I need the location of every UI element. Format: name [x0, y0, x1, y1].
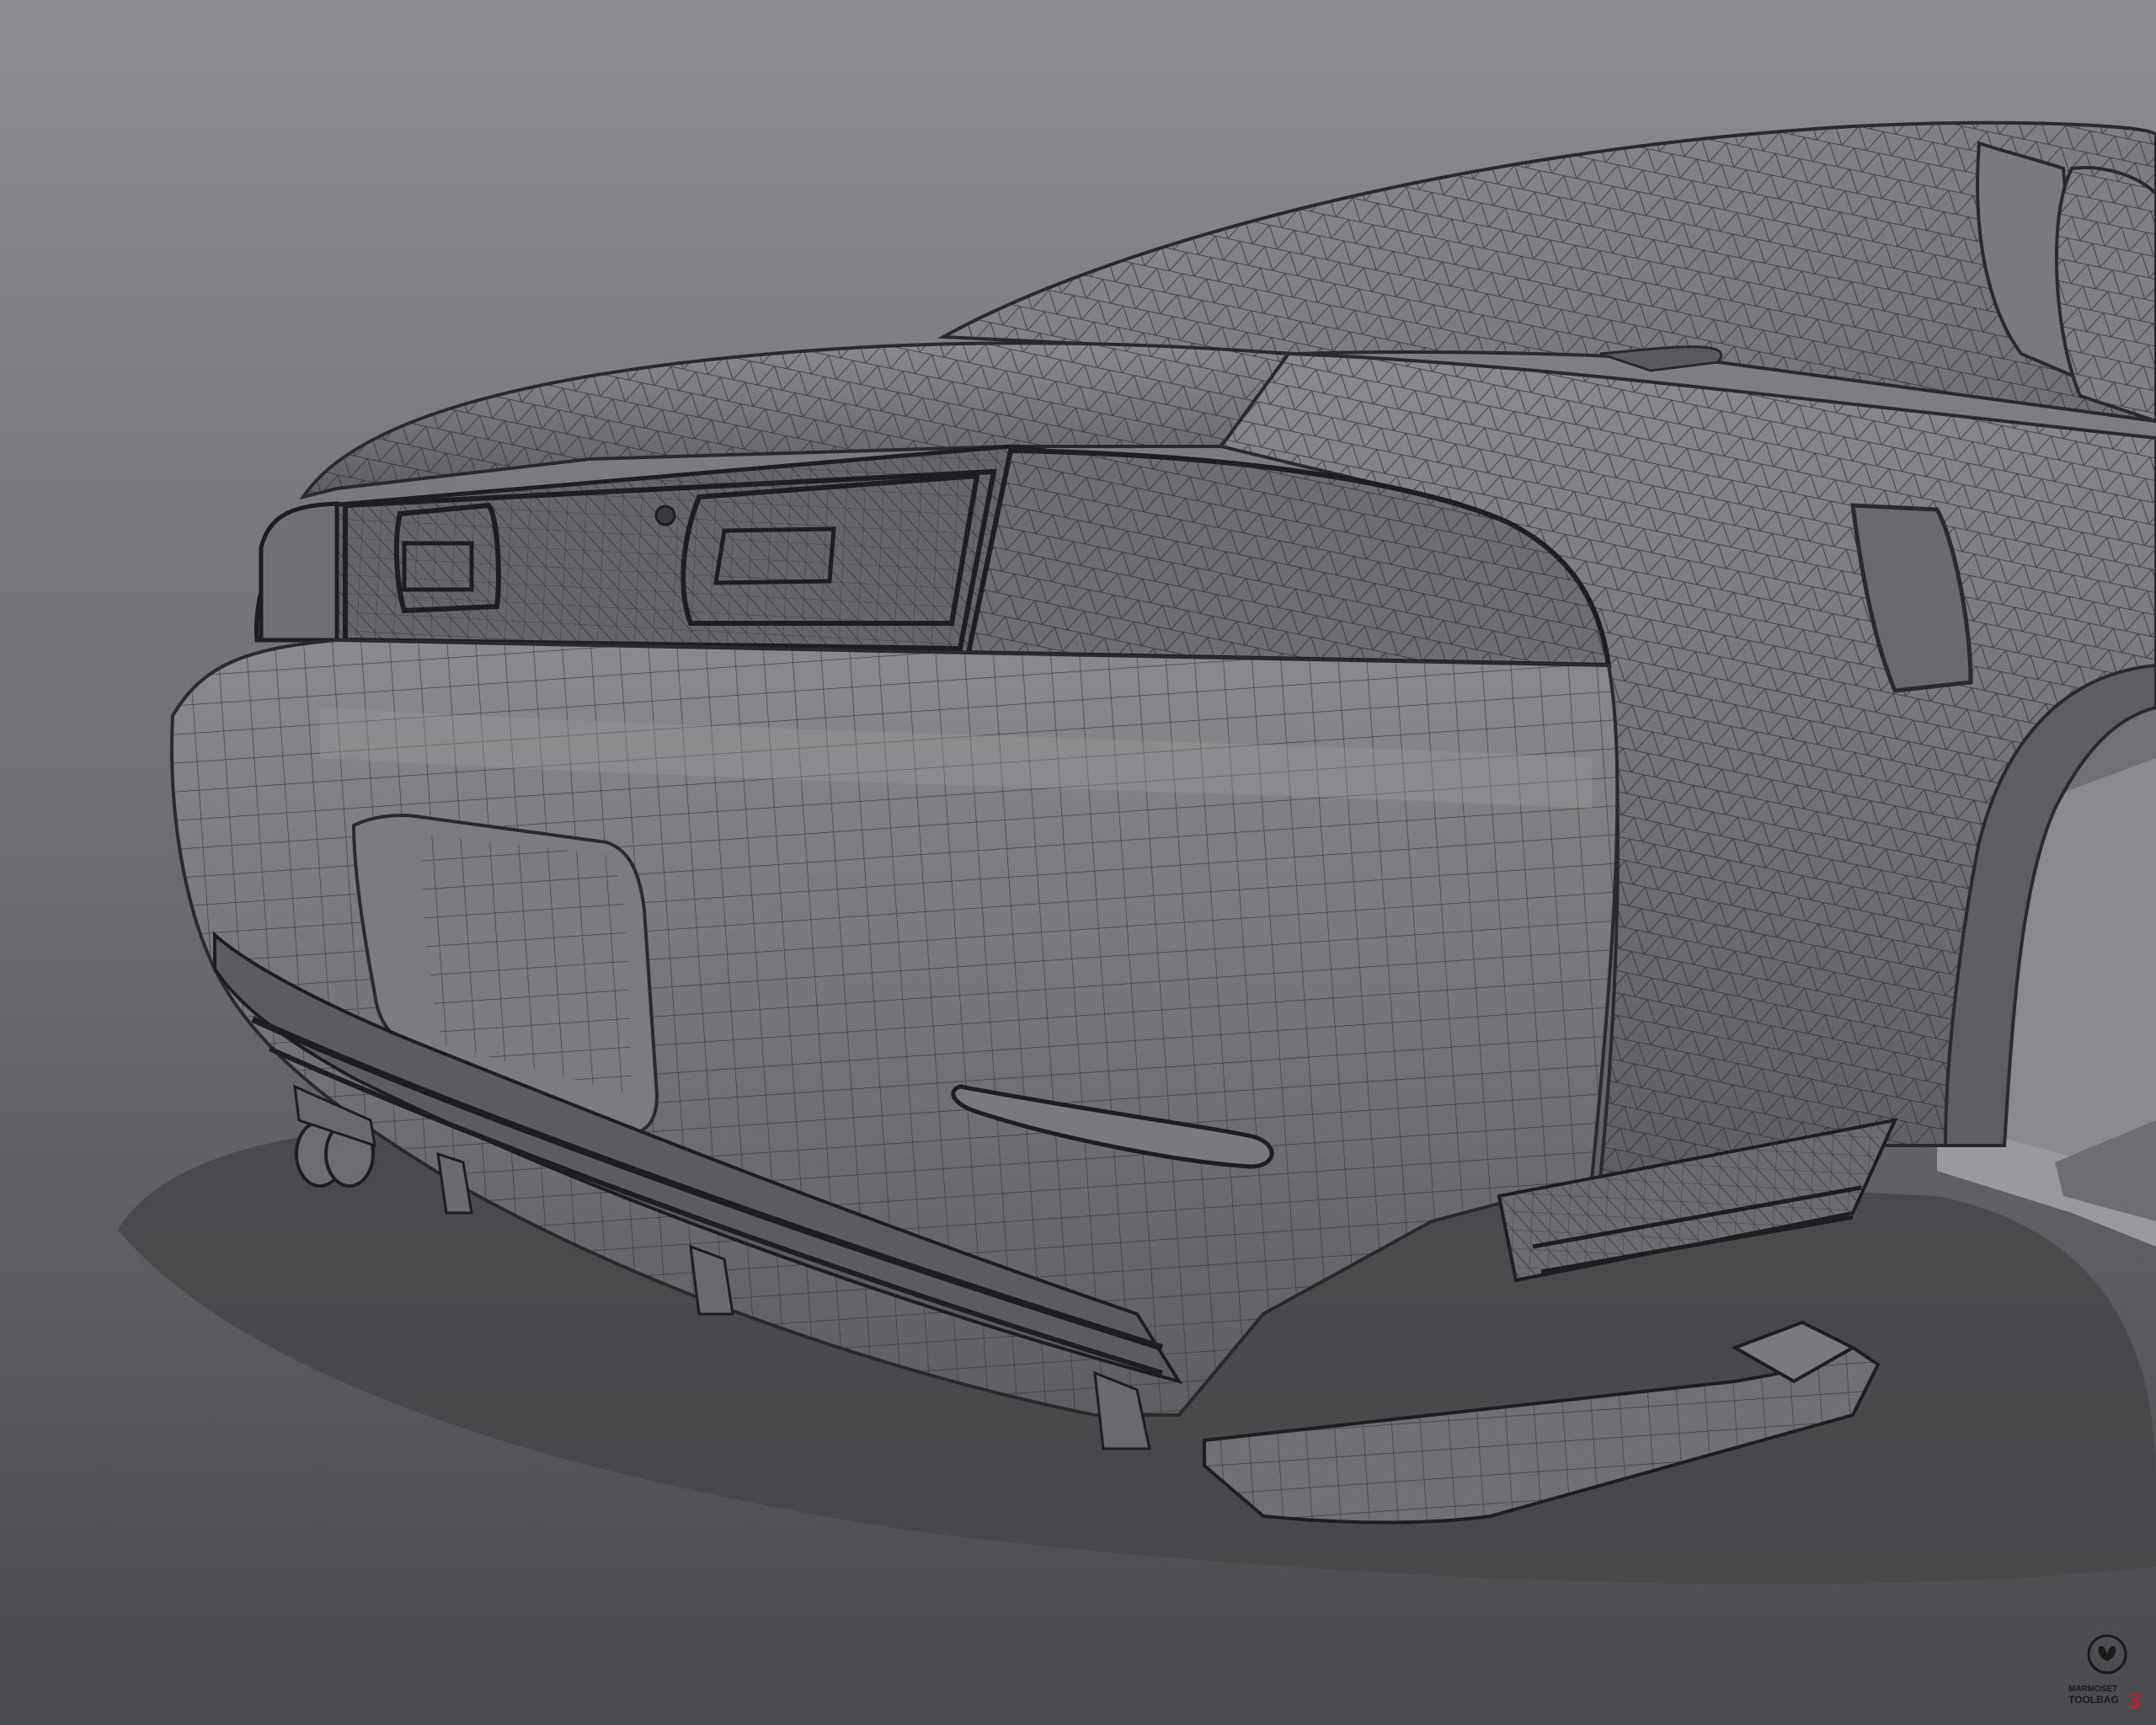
- trunk-lock-icon: [654, 505, 676, 526]
- watermark-version: 3: [2127, 1688, 2139, 1713]
- watermark-line1: MARMOSET: [2068, 1685, 2117, 1694]
- watermark-line2: TOOLBAG: [2068, 1694, 2119, 1706]
- marmoset-watermark: MARMOSET TOOLBAG 3: [2065, 1631, 2149, 1715]
- car-render: [0, 0, 2156, 1725]
- marmoset-skull-icon: MARMOSET TOOLBAG 3: [2068, 1634, 2139, 1713]
- tail-light-left-outer: [259, 501, 339, 643]
- render-viewport: MARMOSET TOOLBAG 3: [0, 0, 2156, 1725]
